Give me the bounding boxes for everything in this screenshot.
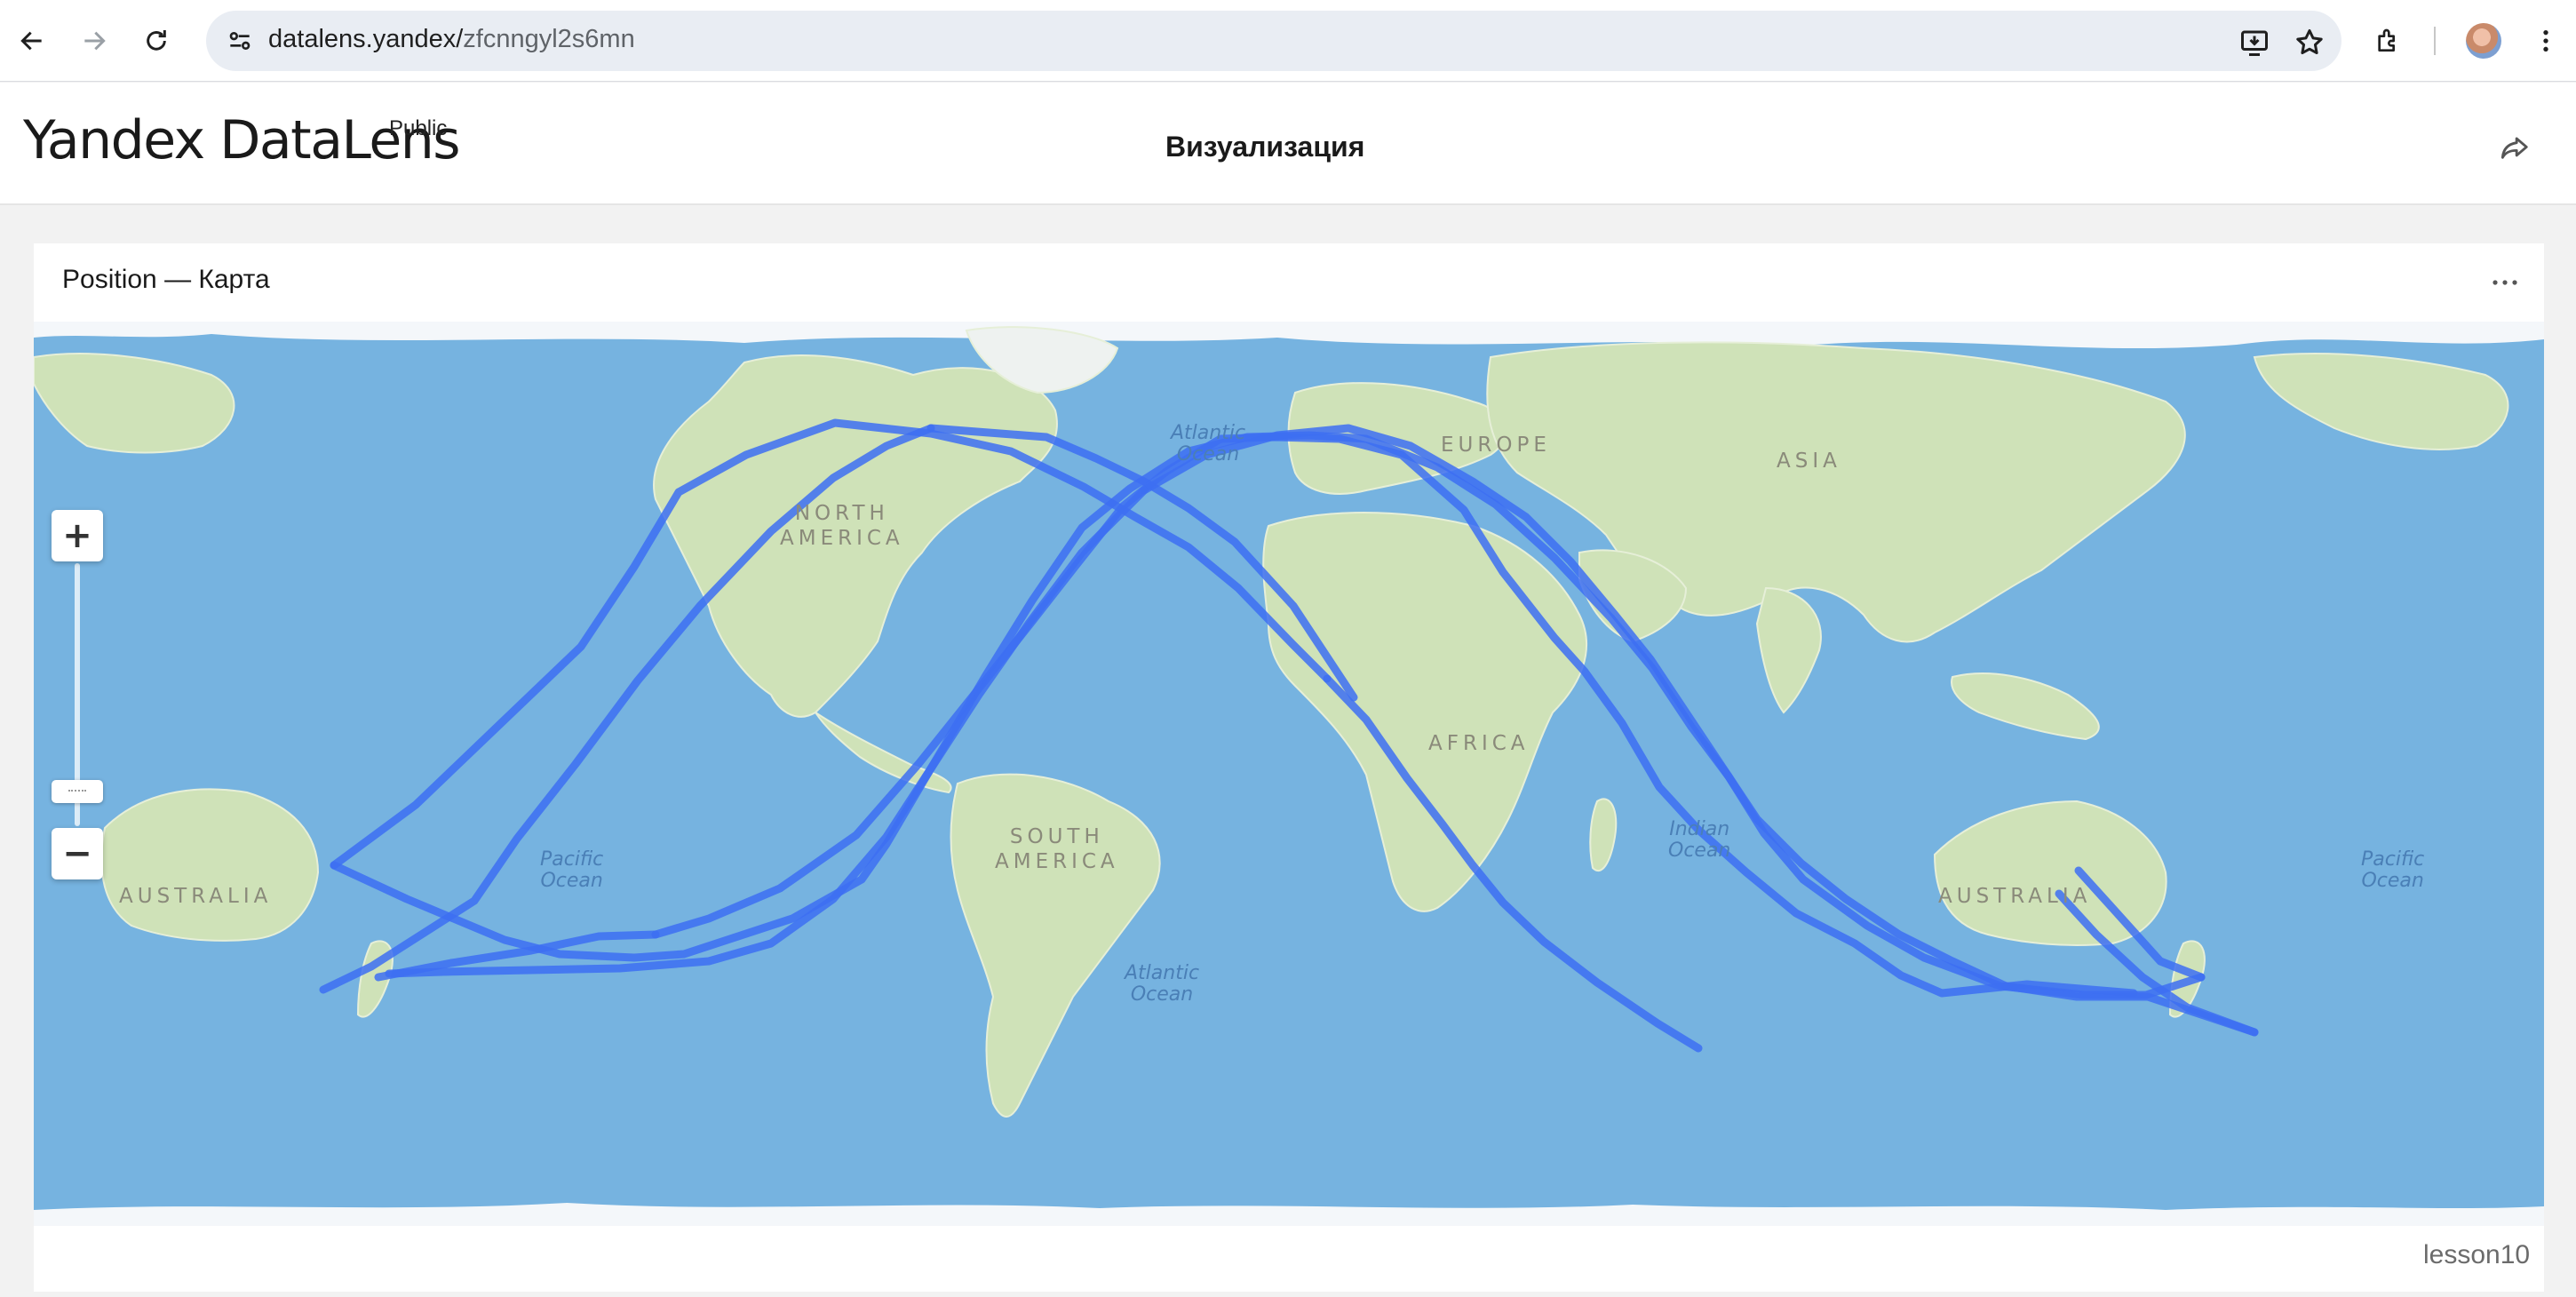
position-track-7[interactable] [330,418,1332,870]
share-icon[interactable] [2494,129,2533,168]
back-arrow-icon[interactable] [11,20,53,62]
avatar[interactable] [2466,23,2501,59]
url-path: zfcnngyl2s6mn [463,25,635,53]
label-africa: AFRICA [1428,732,1530,755]
label-asia: ASIA [1777,450,1841,473]
position-track-12[interactable] [385,486,1149,978]
toolbar-divider [2434,27,2436,55]
site-settings-icon[interactable] [226,27,254,55]
widget-footer-label: lesson10 [2423,1240,2531,1269]
zoom-minus-icon[interactable]: − [52,828,103,879]
position-track-5[interactable] [2074,866,2206,982]
label-australia-west: AUSTRALIA [119,885,273,908]
install-icon[interactable] [2238,27,2270,59]
extensions-icon[interactable] [2366,20,2409,62]
label-pacific-east: Pacific Ocean [2361,848,2425,892]
label-europe: EUROPE [1441,434,1551,457]
label-indian-ocean: Indian Ocean [1668,818,1731,862]
public-badge: Public [389,116,448,140]
label-north-america: NORTH AMERICA [780,502,904,550]
label-australia-east: AUSTRALIA [1938,885,2092,908]
page-title: Визуализация [1165,131,1365,163]
map-widget: Position — Карта NORTH AMERICA SOUTH AME… [34,243,2544,1292]
url-text[interactable]: datalens.yandex/zfcnngyl2s6mn [268,25,635,54]
reload-icon[interactable] [135,20,178,62]
label-atlantic-south: Atlantic Ocean [1125,962,1200,1006]
world-map[interactable]: NORTH AMERICA SOUTH AMERICA EUROPE ASIA … [34,322,2544,1226]
more-icon[interactable] [2480,265,2530,300]
track-layer [319,418,2259,1053]
label-pacific-west: Pacific Ocean [540,848,604,892]
browser-toolbar: datalens.yandex/zfcnngyl2s6mn [0,0,2576,82]
zoom-slider-handle[interactable] [52,780,103,803]
app-header: Yandex DataLens Public Визуализация [0,83,2576,205]
forward-arrow-icon[interactable] [73,20,115,62]
zoom-plus-icon[interactable]: + [52,510,103,561]
widget-title: Position — Карта [62,265,270,294]
menu-dots-icon[interactable] [2524,20,2567,62]
url-host: datalens.yandex/ [268,25,464,53]
label-south-america: SOUTH AMERICA [995,825,1119,873]
address-bar[interactable]: datalens.yandex/zfcnngyl2s6mn [206,11,2341,71]
label-atlantic-north: Atlantic Ocean [1171,422,1246,465]
position-track-10[interactable] [2001,982,2259,1037]
position-track-11[interactable] [1140,424,2010,991]
star-icon[interactable] [2294,27,2326,59]
